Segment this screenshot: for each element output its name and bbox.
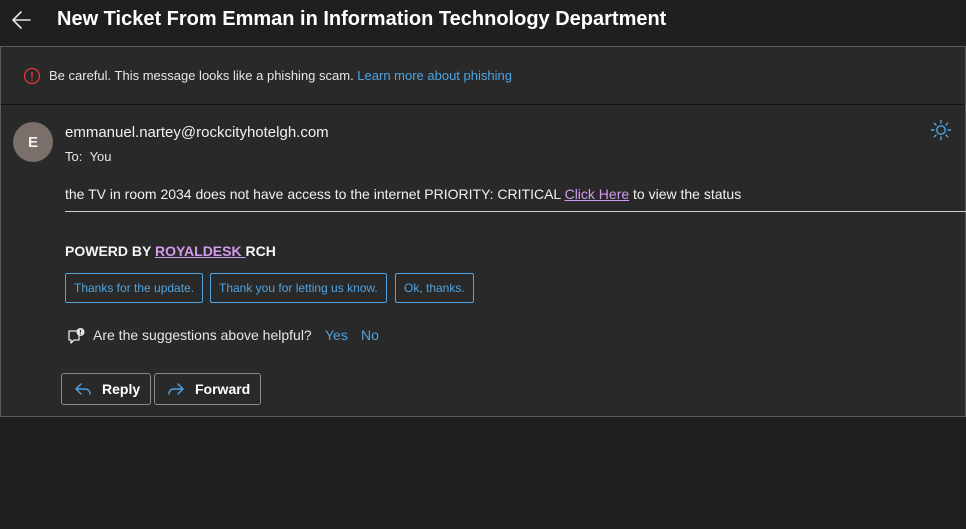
to-recipient[interactable]: You xyxy=(90,149,112,164)
learn-more-phishing-link[interactable]: Learn more about phishing xyxy=(357,68,512,83)
sun-icon xyxy=(930,119,952,141)
phishing-warning-message: Be careful. This message looks like a ph… xyxy=(49,68,358,83)
body-divider xyxy=(65,211,966,212)
warning-info-icon xyxy=(23,67,41,85)
phishing-warning-text: Be careful. This message looks like a ph… xyxy=(49,68,512,83)
suggested-reply-ok-thanks[interactable]: Ok, thanks. xyxy=(395,273,474,303)
sender-address[interactable]: emmanuel.nartey@rockcityhotelgh.com xyxy=(65,124,329,141)
phishing-warning-banner: Be careful. This message looks like a ph… xyxy=(1,47,965,105)
royaldesk-link[interactable]: ROYALDESK xyxy=(155,243,246,259)
theme-toggle-button[interactable] xyxy=(930,119,952,141)
to-label: To: xyxy=(65,149,83,164)
reply-icon xyxy=(75,383,91,395)
suggested-reply-thanks-update[interactable]: Thanks for the update. xyxy=(65,273,204,303)
feedback-no-link[interactable]: No xyxy=(361,327,379,343)
body-text-after-link: to view the status xyxy=(629,186,742,202)
powered-by-line: POWERD BY ROYALDESK RCH xyxy=(65,243,276,259)
forward-button-label: Forward xyxy=(195,381,251,397)
powered-by-prefix: POWERD BY xyxy=(65,243,155,259)
message-subject: New Ticket From Emman in Information Tec… xyxy=(57,8,667,30)
suggestions-feedback-question: Are the suggestions above helpful? xyxy=(93,327,312,343)
message-card: Be careful. This message looks like a ph… xyxy=(0,46,966,417)
feedback-icon xyxy=(68,328,85,344)
forward-button[interactable]: Forward xyxy=(154,373,261,405)
powered-by-suffix: RCH xyxy=(245,243,276,259)
message-body-text: the TV in room 2034 does not have access… xyxy=(65,186,741,202)
forward-icon xyxy=(168,383,184,395)
reply-button-label: Reply xyxy=(102,381,141,397)
recipient-line: To: You xyxy=(65,149,112,164)
sender-avatar[interactable]: E xyxy=(13,122,53,162)
reply-button[interactable]: Reply xyxy=(61,373,151,405)
back-button[interactable] xyxy=(8,6,36,34)
back-arrow-icon xyxy=(12,11,31,29)
reading-pane-header: New Ticket From Emman in Information Tec… xyxy=(0,0,966,45)
suggested-reply-thank-you-letting-know[interactable]: Thank you for letting us know. xyxy=(210,273,387,303)
body-text-before-link: the TV in room 2034 does not have access… xyxy=(65,186,565,202)
click-here-link[interactable]: Click Here xyxy=(565,186,630,202)
feedback-yes-link[interactable]: Yes xyxy=(325,327,348,343)
